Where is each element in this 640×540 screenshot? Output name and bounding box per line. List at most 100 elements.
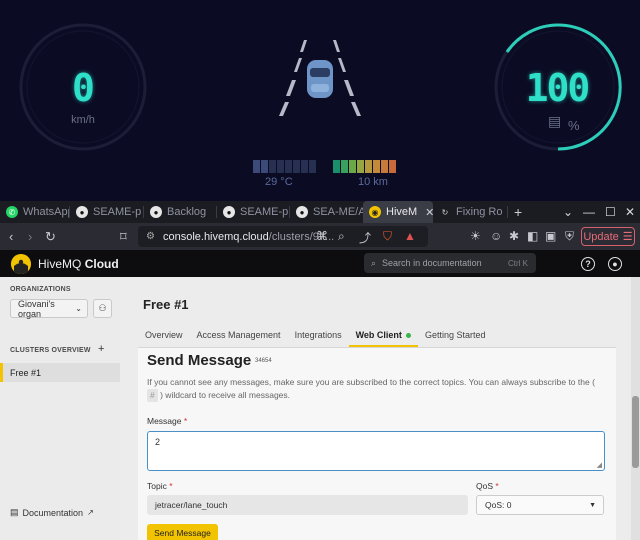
tab-label: Integrations	[294, 330, 342, 340]
tab-list-chevron-icon[interactable]: ⌄	[563, 201, 573, 223]
info-text: If you cannot see any messages, make sur…	[147, 377, 595, 387]
minimize-icon[interactable]: —	[583, 201, 595, 223]
account-icon[interactable]: ●	[608, 257, 622, 271]
browser-tab[interactable]: ● SEAME-p	[217, 201, 290, 223]
tab-integrations[interactable]: Integrations	[288, 324, 349, 346]
topic-label-text: Topic	[147, 481, 167, 491]
maximize-icon[interactable]: ☐	[605, 201, 616, 223]
topic-label: Topic *	[147, 481, 173, 491]
required-mark: *	[495, 481, 499, 491]
update-button[interactable]: Update ☰	[581, 227, 635, 246]
browser-tab[interactable]: ● SEA-ME/A	[290, 201, 363, 223]
document-icon: ▤	[10, 507, 19, 517]
extensions-icon[interactable]: ✱	[509, 229, 519, 243]
tab-web-client[interactable]: Web Client	[348, 324, 419, 347]
close-tab-icon[interactable]: ✕	[425, 206, 433, 219]
browser-tab-bar: ✆ WhatsApp ● SEAME-p ● Backlog ● SEAME-p…	[0, 201, 640, 223]
chevron-down-icon: ▼	[589, 501, 596, 509]
site-info-icon[interactable]: ⚙	[146, 231, 155, 242]
sidebar-item-free-1[interactable]: Free #1	[0, 363, 120, 382]
qos-label: QoS *	[476, 481, 499, 491]
theme-icon[interactable]: ☀	[470, 229, 481, 243]
app-brand[interactable]: HiveMQ Cloud	[38, 257, 119, 271]
share-icon[interactable]: ⤴	[359, 229, 371, 246]
documentation-search-input[interactable]: ⌕ Search in documentation Ctrl K	[364, 253, 536, 273]
message-label-text: Message	[147, 416, 182, 426]
menu-icon: ☰	[622, 231, 633, 243]
send-message-info: If you cannot see any messages, make sur…	[147, 376, 607, 402]
organization-users-button[interactable]: ⚇	[93, 299, 112, 318]
brand-name: HiveMQ	[38, 257, 82, 271]
brand-suffix: Cloud	[84, 257, 119, 271]
github-icon: ●	[76, 206, 88, 218]
vpn-icon[interactable]: ⛨	[565, 229, 574, 244]
required-mark: *	[183, 416, 188, 426]
tab-label: SEAME-p	[93, 206, 142, 218]
browser-tab[interactable]: ✆ WhatsApp	[0, 201, 70, 223]
page-title: Free #1	[143, 297, 189, 312]
chevron-down-icon: ⌄	[75, 304, 82, 313]
forward-icon[interactable]: ›	[28, 229, 32, 244]
distance-value: 10 km	[358, 176, 388, 188]
github-icon: ●	[150, 206, 162, 218]
browser-tab[interactable]: ↻ Fixing Ro	[433, 201, 508, 223]
reader-mode-icon[interactable]: ⌘	[316, 229, 328, 243]
message-value: 2	[155, 437, 161, 447]
tab-label: HiveM	[386, 206, 418, 218]
update-label: Update	[583, 230, 619, 243]
tab-label: Web Client	[355, 330, 402, 340]
organization-value: Giovani's organ	[18, 298, 55, 319]
battery-unit: %	[568, 118, 580, 133]
zoom-icon[interactable]: ⌕	[338, 229, 345, 244]
tab-label: Fixing Ro	[456, 206, 503, 218]
temperature-value: 29 °C	[265, 176, 293, 188]
organization-select[interactable]: Giovani's organ ⌄	[10, 298, 88, 319]
brave-rewards-icon[interactable]: ▲	[404, 229, 416, 243]
new-tab-button[interactable]: +	[508, 201, 530, 223]
hivemq-icon: ◉	[369, 206, 381, 218]
sidebar-toggle-icon[interactable]: ◧	[527, 229, 538, 243]
road-lane-graphic	[279, 40, 361, 116]
qos-select[interactable]: QoS: 0 ▼	[476, 495, 604, 515]
url-host: console.hivemq.cloud	[162, 230, 269, 243]
user-icon: ⚇	[98, 303, 107, 313]
tab-label: SEA-ME/A	[313, 206, 363, 218]
info-text: ) wildcard to receive all messages.	[160, 390, 291, 400]
back-icon[interactable]: ‹	[9, 229, 13, 244]
tab-access-management[interactable]: Access Management	[190, 324, 288, 346]
help-icon[interactable]: ?	[581, 257, 595, 271]
tab-label: WhatsApp	[23, 206, 70, 218]
send-message-title: Send Message	[147, 352, 252, 369]
tab-getting-started[interactable]: Getting Started	[418, 324, 493, 346]
tab-label: Overview	[145, 330, 183, 340]
add-cluster-button[interactable]: +	[98, 343, 104, 355]
brave-shield-icon[interactable]: ⛉	[383, 229, 392, 244]
car-icon	[307, 60, 333, 98]
browser-tab-active[interactable]: ◉ HiveM ✕	[363, 201, 433, 223]
tab-label: Access Management	[196, 330, 281, 340]
documentation-link[interactable]: ▤ Documentation ↗	[10, 507, 94, 518]
send-message-button[interactable]: Send Message	[147, 524, 218, 540]
tab-overview[interactable]: Overview	[138, 324, 190, 346]
search-shortcut: Ctrl K	[508, 258, 528, 268]
topic-input[interactable]: jetracer/lane_touch	[147, 495, 468, 515]
battery-icon: ▤	[548, 113, 562, 129]
resize-grip-icon[interactable]: ◢	[597, 461, 602, 469]
search-placeholder: Search in documentation	[382, 258, 482, 268]
connected-status-dot	[405, 332, 411, 338]
required-mark: *	[169, 481, 173, 491]
scrollbar-thumb[interactable]	[632, 396, 639, 468]
send-message-badge: 34654	[255, 358, 272, 364]
battery-value: 100	[525, 66, 591, 110]
hivemq-logo-icon[interactable]	[11, 254, 31, 274]
wallet-icon[interactable]: ▣	[545, 229, 556, 243]
browser-tab[interactable]: ● SEAME-p	[70, 201, 144, 223]
bookmark-icon[interactable]: ⌑	[120, 229, 127, 245]
message-textarea[interactable]: 2 ◢	[147, 431, 605, 471]
reload-icon[interactable]: ↻	[45, 229, 56, 245]
browser-tab[interactable]: ● Backlog	[144, 201, 217, 223]
clusters-overview-heading: CLUSTERS OVERVIEW	[10, 347, 91, 354]
qos-value: QoS: 0	[485, 500, 512, 510]
close-window-icon[interactable]: ✕	[625, 201, 635, 223]
extension-avatar-icon[interactable]: ☺	[490, 229, 502, 243]
